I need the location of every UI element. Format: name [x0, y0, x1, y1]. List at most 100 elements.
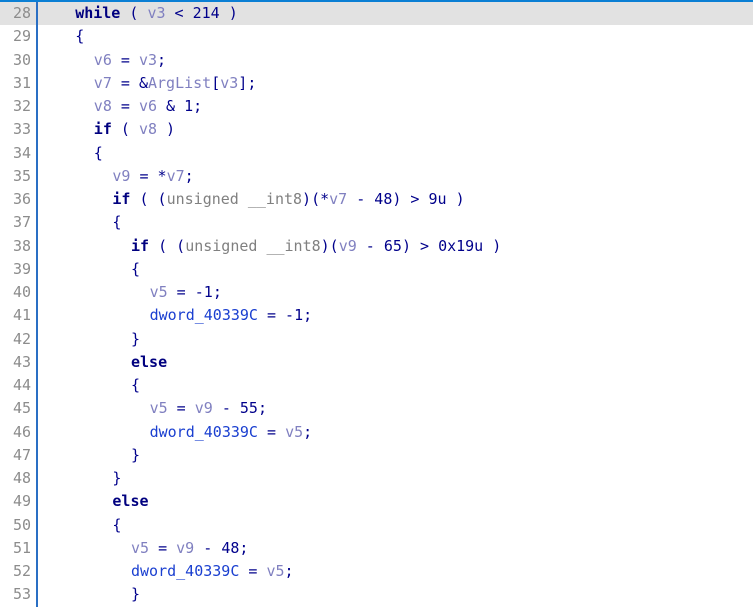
token-lvar[interactable]: v5 [266, 562, 284, 580]
line-number: 36 [12, 190, 31, 208]
pseudocode-code-view[interactable]: 28 while ( v3 < 214 ) 29 {30 v6 = v3; 31 v7 = … [0, 0, 753, 607]
line-code[interactable]: } [131, 583, 140, 606]
token-plain: - [347, 190, 375, 208]
line-code[interactable]: v9 = *v7; [112, 165, 193, 188]
line-code[interactable]: v7 = &ArgList[v3]; [94, 72, 257, 95]
token-lvar[interactable]: v5 [150, 283, 168, 301]
line-code[interactable]: while ( v3 < 214 ) [75, 2, 238, 25]
code-line[interactable]: 34 { [0, 142, 753, 165]
token-lvar[interactable]: v9 [339, 237, 357, 255]
token-plain: ; [284, 562, 294, 580]
token-lvar[interactable]: v6 [94, 51, 112, 69]
code-line[interactable]: 36 if ( (unsigned __int8)(*v7 - 48) > 9u … [0, 188, 753, 211]
line-code[interactable]: } [131, 444, 140, 467]
token-lvar[interactable]: v5 [285, 423, 303, 441]
line-code[interactable]: } [112, 467, 121, 490]
code-line[interactable]: 50 { [0, 514, 753, 537]
token-lvar[interactable]: v3 [147, 4, 165, 22]
line-code[interactable]: else [112, 490, 148, 513]
token-lvar[interactable]: v3 [220, 74, 238, 92]
line-code[interactable]: v5 = -1; [150, 281, 222, 304]
token-lvar[interactable]: v9 [112, 167, 130, 185]
code-line[interactable]: 42} [0, 328, 753, 351]
line-code[interactable]: { [112, 514, 121, 537]
code-line[interactable]: 38 if ( (unsigned __int8)(v9 - 65) > 0x19… [0, 235, 753, 258]
code-lines-container[interactable]: 28 while ( v3 < 214 ) 29 {30 v6 = v3; 31 v7 = … [0, 2, 753, 607]
code-line[interactable]: 49 else [0, 490, 753, 513]
line-code[interactable]: v8 = v6 & 1; [94, 95, 202, 118]
line-code[interactable]: if ( (unsigned __int8)(*v7 - 48) > 9u ) [112, 188, 464, 211]
line-code[interactable]: dword_40339C = -1; [150, 304, 313, 327]
token-plain: = - [257, 306, 295, 325]
code-line[interactable]: 28 while ( v3 < 214 ) [0, 2, 753, 26]
code-line[interactable]: 52 dword_40339C = v5; [0, 560, 753, 583]
token-lvar[interactable]: v3 [139, 51, 157, 69]
line-number: 53 [12, 585, 31, 604]
line-number: 38 [12, 236, 31, 255]
code-line[interactable]: 51 v5 = v9 - 48; [0, 537, 753, 560]
code-line[interactable]: 48} [0, 467, 753, 490]
line-code[interactable]: if ( (unsigned __int8)(v9 - 65) > 0x19u … [131, 235, 501, 258]
code-line[interactable]: 44 { [0, 374, 753, 397]
token-number: 9u [428, 190, 447, 208]
line-code[interactable]: else [131, 351, 167, 374]
line-number: 33 [12, 120, 31, 139]
line-code[interactable]: v5 = v9 - 48; [131, 537, 248, 560]
token-lvar[interactable]: v9 [195, 399, 213, 417]
code-line[interactable]: 40 v5 = -1; [0, 281, 753, 304]
token-lvar[interactable]: v8 [94, 97, 112, 115]
line-code[interactable]: v6 = v3; [94, 49, 166, 72]
token-plain: = * [130, 166, 167, 185]
token-plain: ) > [401, 236, 439, 255]
token-plain: ) [157, 120, 176, 139]
code-line[interactable]: 30 v6 = v3; [0, 49, 753, 72]
token-plain: ; [157, 50, 167, 69]
token-gvar[interactable]: dword_40339C [150, 306, 258, 324]
line-code[interactable]: { [131, 258, 140, 281]
code-line[interactable]: 41 dword_40339C = -1; [0, 304, 753, 327]
token-lvar[interactable]: v7 [167, 167, 185, 185]
token-gvar[interactable]: dword_40339C [131, 562, 239, 580]
line-code[interactable]: dword_40339C = v5; [131, 560, 294, 583]
token-plain: ; [257, 399, 267, 418]
token-number: 1 [203, 283, 213, 301]
code-line[interactable]: 33 if ( v8 ) [0, 118, 753, 141]
line-code[interactable]: dword_40339C = v5; [150, 421, 313, 444]
line-code[interactable]: { [75, 25, 84, 48]
token-plain: ; [303, 422, 313, 441]
line-code[interactable]: { [131, 374, 140, 397]
token-lvar[interactable]: v5 [150, 399, 168, 417]
token-gvar[interactable]: dword_40339C [150, 423, 258, 441]
token-keyword: if [131, 236, 150, 255]
code-line[interactable]: 46 dword_40339C = v5; [0, 421, 753, 444]
code-line[interactable]: 29 { [0, 25, 753, 48]
line-code[interactable]: { [94, 142, 103, 165]
token-plain: = [239, 562, 267, 580]
line-code[interactable]: { [112, 211, 121, 234]
token-lvar[interactable]: ArgList [148, 74, 211, 92]
code-line[interactable]: 47} [0, 444, 753, 467]
line-code[interactable]: if ( v8 ) [94, 118, 175, 141]
line-code[interactable]: v5 = v9 - 55; [150, 397, 267, 420]
code-line[interactable]: 31 v7 = &ArgList[v3]; [0, 72, 753, 95]
token-lvar[interactable]: v7 [329, 190, 347, 208]
token-lvar[interactable]: v5 [131, 539, 149, 557]
line-code[interactable]: } [131, 328, 140, 351]
code-line[interactable]: 32 v8 = v6 & 1; [0, 95, 753, 118]
code-line[interactable]: 53} [0, 583, 753, 606]
line-number: 47 [12, 445, 31, 464]
token-lvar[interactable]: v7 [94, 74, 112, 92]
token-plain: = - [167, 283, 204, 301]
token-number: 65 [383, 236, 402, 255]
code-line[interactable]: 37 { [0, 211, 753, 234]
code-line[interactable]: 39 { [0, 258, 753, 281]
token-plain: ( ( [130, 190, 167, 208]
code-line[interactable]: 43 else [0, 351, 753, 374]
token-lvar[interactable]: v8 [139, 120, 157, 138]
token-plain: { [112, 213, 122, 232]
token-lvar[interactable]: v6 [139, 97, 157, 115]
code-line[interactable]: 35 v9 = *v7; [0, 165, 753, 188]
token-lvar[interactable]: v9 [176, 539, 194, 557]
line-number: 44 [12, 376, 31, 394]
code-line[interactable]: 45 v5 = v9 - 55; [0, 397, 753, 420]
